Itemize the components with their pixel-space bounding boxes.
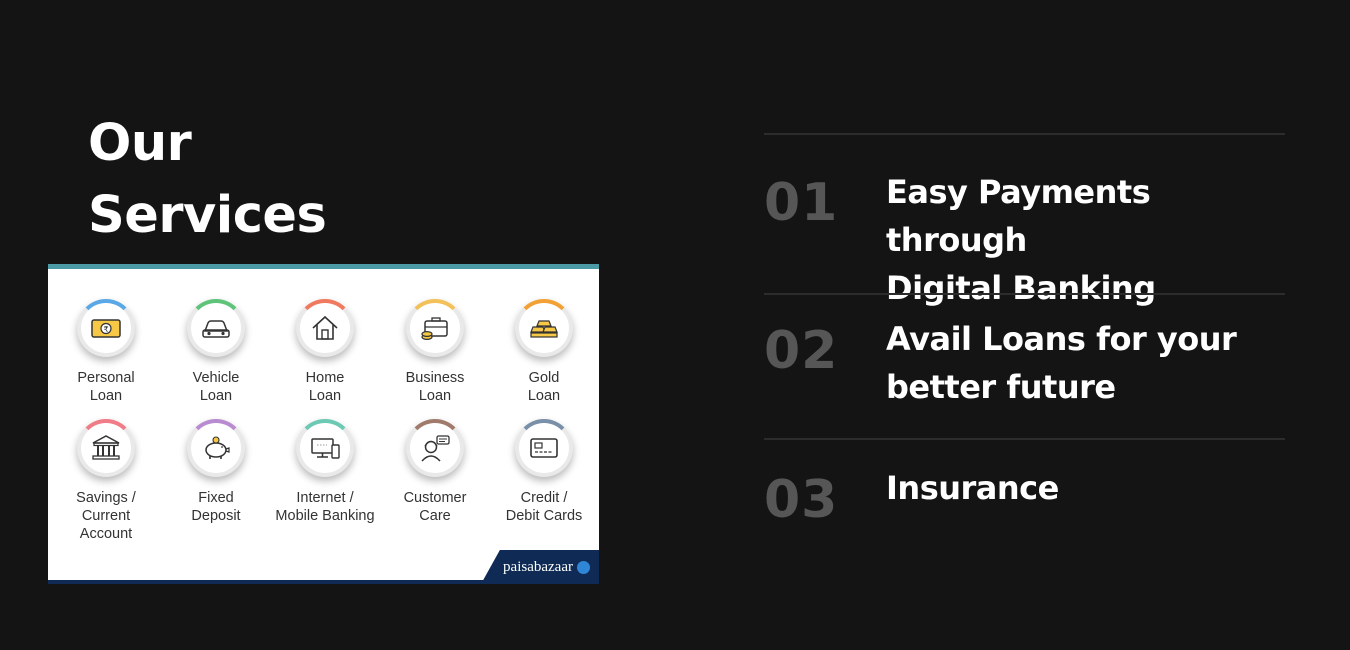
services-image: ₹ Personal Loan Vehicle Loan Home Loan B…	[48, 264, 599, 584]
gold-bars-icon	[530, 320, 558, 338]
service-ring	[515, 419, 573, 477]
service-vehicle-loan: Vehicle Loan	[161, 299, 271, 405]
service-ring	[296, 419, 354, 477]
feature-number: 03	[764, 470, 839, 530]
service-personal-loan: ₹ Personal Loan	[51, 299, 161, 405]
page-title: Our Services	[88, 108, 327, 252]
features-list: 01 Easy Payments through Digital Banking…	[764, 133, 1285, 558]
piggy-bank-icon	[205, 436, 230, 459]
feature-text: Easy Payments through Digital Banking	[886, 173, 1156, 307]
service-business-loan: Business Loan	[380, 299, 490, 405]
feature-item: 03 Insurance	[764, 438, 1285, 558]
feature-text: Insurance	[886, 469, 1059, 507]
service-ring	[187, 419, 245, 477]
briefcase-icon	[421, 317, 448, 341]
support-agent-icon	[421, 435, 450, 462]
service-fixed-deposit: Fixed Deposit	[161, 419, 271, 525]
service-ring	[77, 419, 135, 477]
feature-number: 01	[764, 173, 839, 233]
brand-logo-icon	[577, 561, 590, 574]
service-credit-cards: Credit / Debit Cards	[489, 419, 599, 525]
feature-text: Avail Loans for your better future	[886, 320, 1237, 406]
service-gold-loan: Gold Loan	[489, 299, 599, 405]
brand-logo-text: paisabazaar	[503, 559, 573, 575]
car-icon	[202, 320, 230, 338]
service-internet-banking: Internet / Mobile Banking	[270, 419, 380, 525]
feature-item: 01 Easy Payments through Digital Banking	[764, 133, 1285, 307]
service-ring: ₹	[77, 299, 135, 357]
feature-item: 02 Avail Loans for your better future	[764, 293, 1285, 438]
service-ring	[515, 299, 573, 357]
service-ring	[187, 299, 245, 357]
bank-icon	[92, 435, 120, 460]
rupee-note-icon: ₹	[91, 319, 121, 338]
credit-card-icon	[530, 438, 558, 458]
service-ring	[406, 419, 464, 477]
card-bottom-border	[48, 580, 599, 584]
service-savings-account: Savings / Current Account	[51, 419, 161, 543]
service-home-loan: Home Loan	[270, 299, 380, 405]
devices-icon	[311, 438, 340, 459]
svg-text:₹: ₹	[103, 325, 108, 334]
service-ring	[296, 299, 354, 357]
title-line-2: Services	[88, 186, 327, 245]
service-customer-care: Customer Care	[380, 419, 490, 525]
house-icon	[312, 315, 338, 340]
feature-number: 02	[764, 321, 839, 381]
title-line-1: Our	[88, 114, 192, 173]
service-ring	[406, 299, 464, 357]
